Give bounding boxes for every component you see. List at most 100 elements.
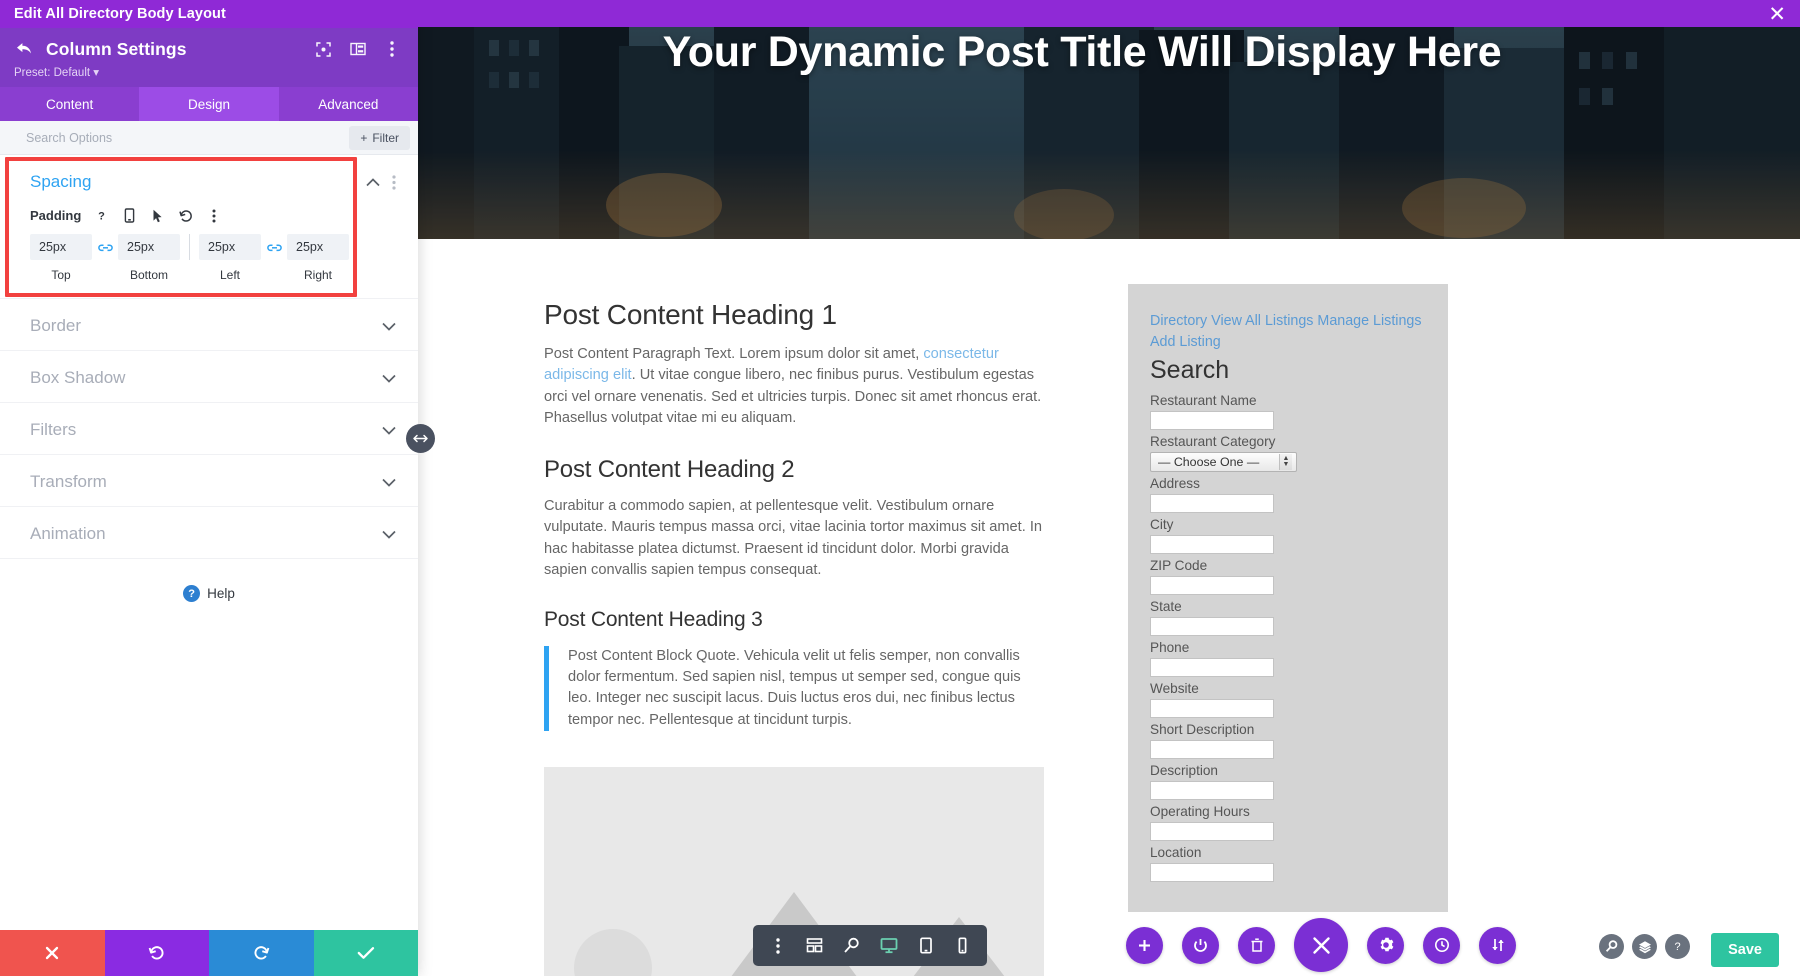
section-box-shadow[interactable]: Box Shadow xyxy=(0,351,418,403)
padding-bottom-input[interactable] xyxy=(118,234,180,260)
section-spacing-header[interactable]: Spacing xyxy=(0,155,418,206)
padding-left-input[interactable] xyxy=(199,234,261,260)
reset-icon[interactable] xyxy=(176,206,195,225)
padding-right-input[interactable] xyxy=(287,234,349,260)
zoom-icon[interactable] xyxy=(1599,934,1624,959)
section-animation-header[interactable]: Animation xyxy=(0,507,418,558)
chevron-down-icon: ▾ xyxy=(93,67,100,79)
save-changes-button[interactable] xyxy=(313,930,418,976)
preset-selector[interactable]: Preset: Default ▾ xyxy=(14,65,404,79)
back-arrow-icon[interactable] xyxy=(14,38,36,60)
field-input-address[interactable] xyxy=(1150,493,1274,513)
field-input-short-description[interactable] xyxy=(1150,739,1274,759)
help-icon[interactable]: ? xyxy=(1665,934,1690,959)
link-left-right-icon[interactable] xyxy=(261,241,287,254)
field-label-website: Website xyxy=(1150,680,1199,696)
more-icon[interactable] xyxy=(204,206,223,225)
device-preview-toolbar[interactable] xyxy=(753,925,987,966)
panel-titlebar: Edit All Directory Body Layout xyxy=(0,0,418,28)
chevron-down-icon[interactable] xyxy=(382,426,396,435)
close-builder-icon[interactable]: ✕ xyxy=(1768,4,1786,25)
chevron-up-icon[interactable] xyxy=(366,177,380,187)
zoom-out-icon[interactable] xyxy=(836,930,867,961)
chevron-down-icon[interactable] xyxy=(382,322,396,331)
section-spacing-label: Spacing xyxy=(30,172,92,191)
panel-window-title: Edit All Directory Body Layout xyxy=(14,6,226,22)
tab-design[interactable]: Design xyxy=(139,87,279,121)
svg-text:?: ? xyxy=(98,211,105,223)
caption-spacer-1 xyxy=(92,268,118,282)
power-icon[interactable] xyxy=(1182,926,1219,964)
tablet-view-icon[interactable] xyxy=(910,930,941,961)
hover-cursor-icon[interactable] xyxy=(148,206,167,225)
chevron-down-icon[interactable] xyxy=(382,478,396,487)
caption-spacer-2 xyxy=(180,268,199,282)
search-options-input[interactable]: Search Options xyxy=(26,131,349,145)
save-button[interactable]: Save xyxy=(1711,933,1779,967)
section-filters[interactable]: Filters xyxy=(0,403,418,455)
post-heading-2: Post Content Heading 2 xyxy=(544,455,795,483)
trash-icon[interactable] xyxy=(1238,926,1275,964)
field-input-phone[interactable] xyxy=(1150,657,1274,677)
discard-changes-button[interactable] xyxy=(0,930,105,976)
nav-link-manage-listings[interactable]: Manage Listings xyxy=(1317,313,1421,329)
section-animation[interactable]: Animation xyxy=(0,507,418,559)
builder-action-bar[interactable] xyxy=(1126,918,1516,972)
section-transform-header[interactable]: Transform xyxy=(0,455,418,506)
link-top-bottom-icon[interactable] xyxy=(92,241,118,254)
help-link[interactable]: ? Help xyxy=(0,559,418,628)
field-select-restaurant-category[interactable]: — Choose One — ▲ ▼ xyxy=(1150,451,1297,472)
field-input-description[interactable] xyxy=(1150,780,1274,800)
history-clock-icon[interactable] xyxy=(1423,926,1460,964)
circle-shape xyxy=(574,929,652,976)
section-filters-header[interactable]: Filters xyxy=(0,403,418,454)
layers-icon[interactable] xyxy=(1632,934,1657,959)
close-icon[interactable] xyxy=(1294,918,1348,972)
panel-header: Column Settings Preset: Default ▾ xyxy=(0,28,418,87)
add-icon[interactable] xyxy=(1126,926,1163,964)
responsive-icon[interactable] xyxy=(120,206,139,225)
nav-link-all-listings[interactable]: All Listings xyxy=(1245,313,1313,329)
select-value: — Choose One — xyxy=(1158,454,1260,469)
field-input-operating-hours[interactable] xyxy=(1150,821,1274,841)
field-input-city[interactable] xyxy=(1150,534,1274,554)
nav-link-directory-view[interactable]: Directory View xyxy=(1150,313,1242,329)
filter-button[interactable]: + Filter xyxy=(349,125,410,150)
field-label-zip-code: ZIP Code xyxy=(1150,557,1208,573)
section-box-shadow-header[interactable]: Box Shadow xyxy=(0,351,418,402)
field-input-restaurant-name[interactable] xyxy=(1150,410,1274,430)
sort-arrows-icon[interactable] xyxy=(1479,926,1516,964)
help-icon[interactable]: ? xyxy=(92,206,111,225)
column-settings-panel: Edit All Directory Body Layout Column Se… xyxy=(0,0,418,976)
responsive-preview-icon[interactable] xyxy=(315,41,332,58)
section-border-header[interactable]: Border xyxy=(0,299,418,350)
undo-button[interactable] xyxy=(104,930,209,976)
panel-resize-handle[interactable] xyxy=(406,424,435,453)
more-options-icon[interactable] xyxy=(762,930,793,961)
panel-tabs[interactable]: Content Design Advanced xyxy=(0,87,418,121)
chevron-down-icon[interactable] xyxy=(382,374,396,383)
settings-gear-icon[interactable] xyxy=(1367,926,1404,964)
panel-footer[interactable] xyxy=(0,930,418,976)
phone-view-icon[interactable] xyxy=(947,930,978,961)
redo-button[interactable] xyxy=(209,930,314,976)
field-input-state[interactable] xyxy=(1150,616,1274,636)
padding-top-input[interactable] xyxy=(30,234,92,260)
layout-columns-icon[interactable] xyxy=(349,41,366,58)
field-input-website[interactable] xyxy=(1150,698,1274,718)
more-options-icon[interactable] xyxy=(383,41,400,58)
field-input-location[interactable] xyxy=(1150,862,1274,882)
post-heading-1: Post Content Heading 1 xyxy=(544,299,837,330)
builder-right-tools[interactable]: ? xyxy=(1599,934,1690,959)
page-body: Post Content Heading 1 Post Content Para… xyxy=(364,239,1800,976)
chevron-down-icon[interactable] xyxy=(382,530,396,539)
section-more-icon[interactable] xyxy=(392,174,396,190)
wireframe-view-icon[interactable] xyxy=(799,930,830,961)
section-border[interactable]: Border xyxy=(0,299,418,351)
tab-content[interactable]: Content xyxy=(0,87,140,121)
field-input-zip-code[interactable] xyxy=(1150,575,1274,595)
tab-advanced[interactable]: Advanced xyxy=(278,87,418,121)
section-transform[interactable]: Transform xyxy=(0,455,418,507)
desktop-view-icon[interactable] xyxy=(873,930,904,961)
nav-link-add-listing[interactable]: Add Listing xyxy=(1150,334,1221,350)
